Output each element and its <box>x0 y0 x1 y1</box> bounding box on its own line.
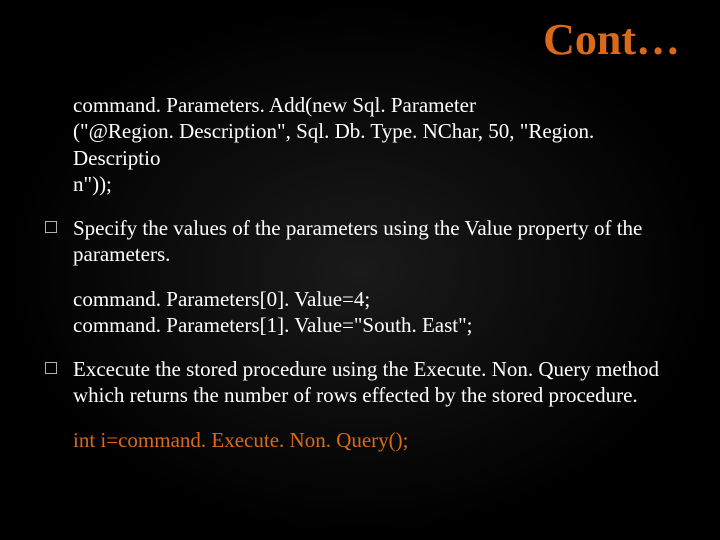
bullet-item-2: Excecute the stored procedure using the … <box>45 356 680 409</box>
bullet-text: Excecute the stored procedure using the … <box>73 357 659 407</box>
code-block-3: int i=command. Execute. Non. Query(); <box>45 427 680 454</box>
code-block-1: command. Parameters. Add(new Sql. Parame… <box>45 92 680 197</box>
slide: Cont… command. Parameters. Add(new Sql. … <box>0 0 720 540</box>
code-line: n")); <box>73 172 112 196</box>
code-line: int i=command. Execute. Non. Query(); <box>73 428 409 452</box>
bullet-text: Specify the values of the parameters usi… <box>73 216 642 266</box>
bullet-item-1: Specify the values of the parameters usi… <box>45 215 680 268</box>
code-line: command. Parameters[1]. Value="South. Ea… <box>73 313 473 337</box>
code-block-2: command. Parameters[0]. Value=4; command… <box>45 286 680 339</box>
slide-body: command. Parameters. Add(new Sql. Parame… <box>45 92 680 472</box>
code-line: command. Parameters[0]. Value=4; <box>73 287 370 311</box>
code-line: ("@Region. Description", Sql. Db. Type. … <box>73 119 594 169</box>
slide-title: Cont… <box>543 14 680 65</box>
code-line: command. Parameters. Add(new Sql. Parame… <box>73 93 476 117</box>
